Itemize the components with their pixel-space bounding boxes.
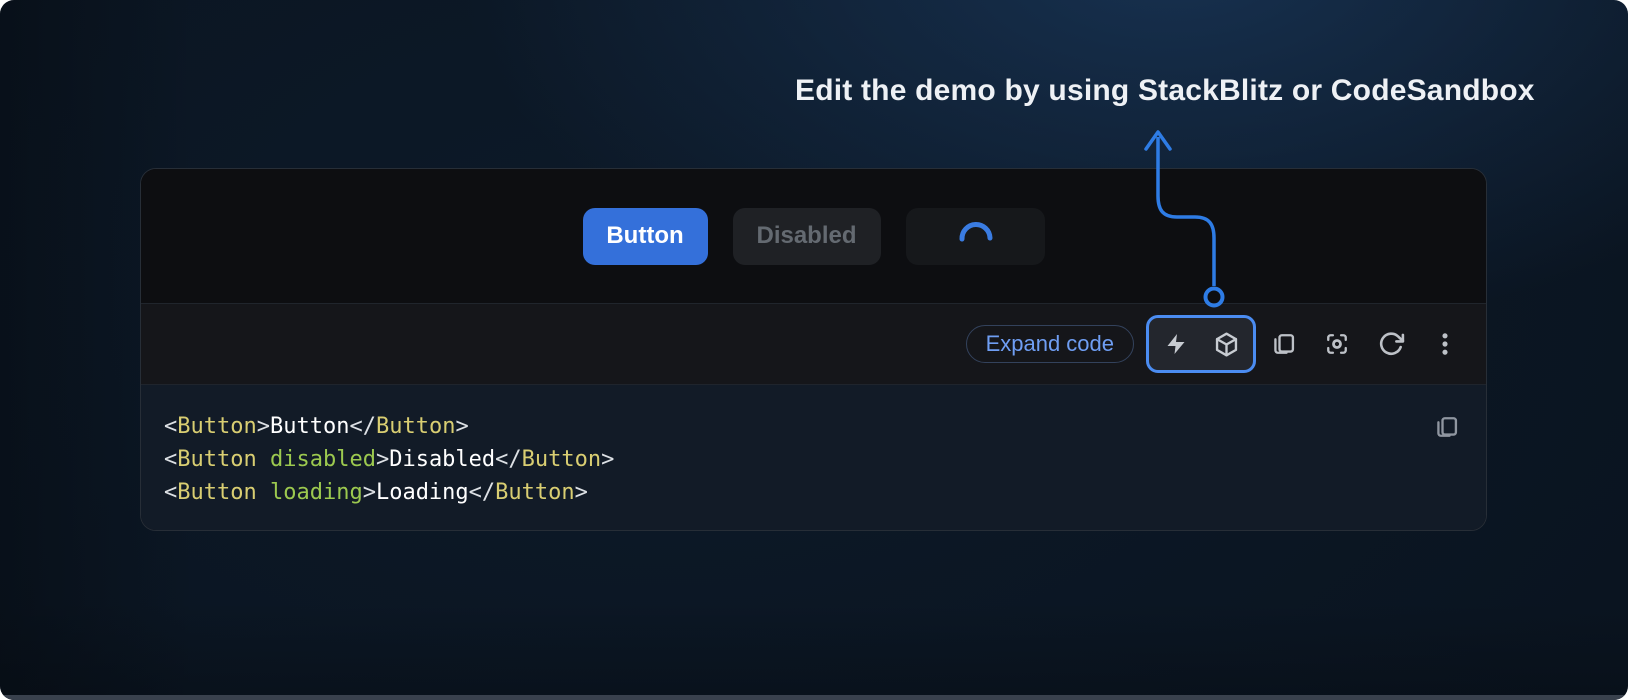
bottom-edge-strip (0, 695, 1628, 700)
demo-page: Edit the demo by using StackBlitz or Cod… (0, 0, 1628, 700)
copy-code-button[interactable] (1268, 329, 1298, 359)
expand-code-button[interactable]: Expand code (966, 325, 1134, 363)
demo-preview-area: Button Disabled (141, 169, 1486, 304)
scan-focus-icon (1323, 330, 1351, 358)
copy-icon (1269, 330, 1297, 358)
demo-toolbar: Expand code (141, 304, 1486, 385)
more-kebab-icon (1431, 330, 1459, 358)
scan-focus-button[interactable] (1322, 329, 1352, 359)
code-line: <Button disabled>Disabled</Button> (164, 443, 614, 476)
demo-button-disabled[interactable]: Disabled (733, 208, 881, 265)
code-line: <Button loading>Loading</Button> (164, 476, 614, 509)
refresh-icon (1377, 330, 1405, 358)
codesandbox-button[interactable] (1211, 329, 1241, 359)
demo-card: Button Disabled Expand code (140, 168, 1487, 531)
demo-button-loading[interactable] (906, 208, 1045, 265)
edit-online-highlight-box (1146, 315, 1256, 373)
code-block: <Button>Button</Button><Button disabled>… (141, 385, 1486, 530)
stackblitz-bolt-icon (1164, 331, 1188, 357)
demo-button-primary[interactable]: Button (583, 208, 708, 265)
codesandbox-cube-icon (1213, 331, 1240, 358)
refresh-button[interactable] (1376, 329, 1406, 359)
stackblitz-button[interactable] (1161, 329, 1191, 359)
annotation-heading: Edit the demo by using StackBlitz or Cod… (795, 74, 1535, 108)
loading-spinner-icon (906, 208, 1045, 265)
code-copy-button[interactable] (1431, 412, 1461, 442)
code-line: <Button>Button</Button> (164, 410, 614, 443)
copy-icon (1432, 413, 1460, 441)
code-lines: <Button>Button</Button><Button disabled>… (164, 410, 614, 509)
more-options-button[interactable] (1430, 329, 1460, 359)
